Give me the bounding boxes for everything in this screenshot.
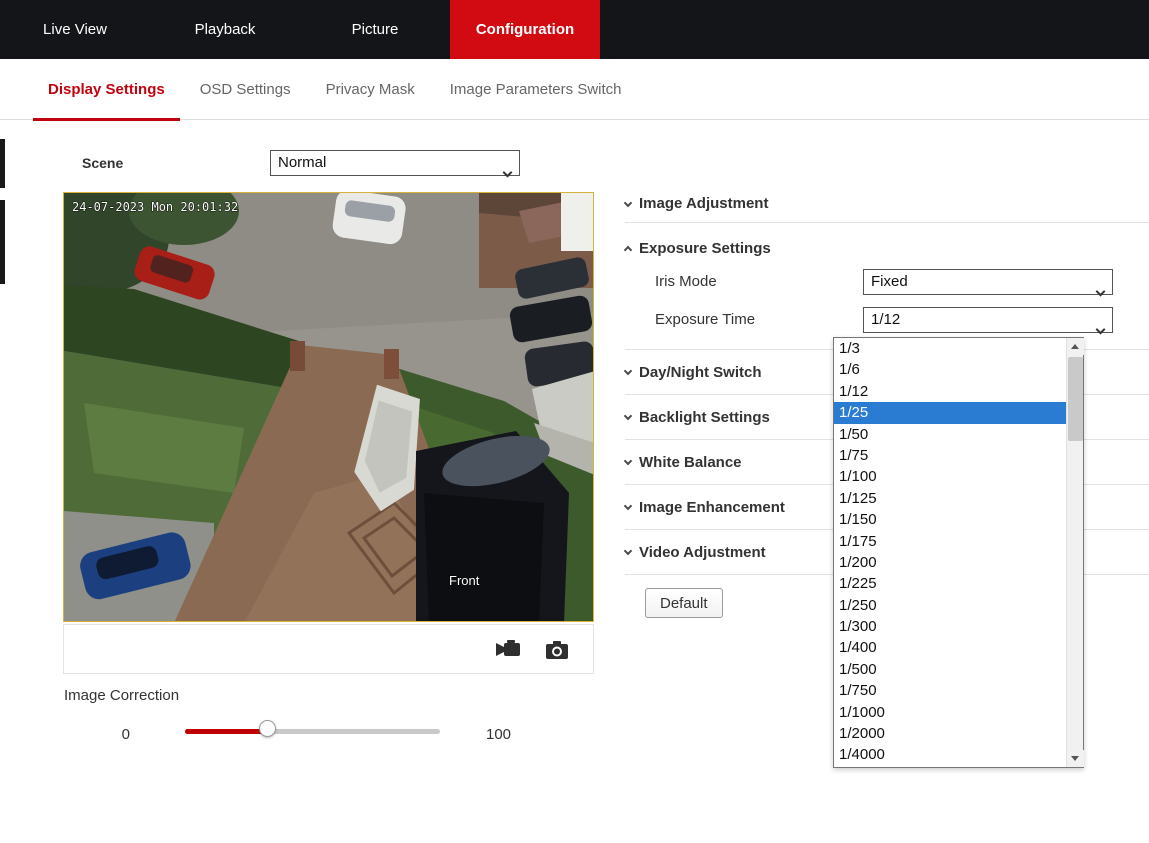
section-title: Video Adjustment <box>639 544 766 561</box>
chevron-down-icon <box>624 199 632 207</box>
preview-toolbar <box>63 624 594 674</box>
exposure-time-select[interactable]: 1/12 <box>863 307 1113 333</box>
section-title: Backlight Settings <box>639 409 770 426</box>
section-title: Image Adjustment <box>639 195 768 212</box>
section-title: Exposure Settings <box>639 240 771 257</box>
dropdown-option[interactable]: 1/175 <box>834 531 1066 552</box>
dropdown-option[interactable]: 1/300 <box>834 616 1066 637</box>
dropdown-option[interactable]: 1/1000 <box>834 702 1066 723</box>
exposure-time-value: 1/12 <box>871 311 900 328</box>
chevron-down-icon <box>624 367 632 375</box>
chevron-down-icon <box>624 412 632 420</box>
section-header-exposure-settings[interactable]: Exposure Settings <box>625 238 1149 260</box>
gate-pillar <box>384 349 399 379</box>
exposure-time-dropdown: 1/3 1/6 1/12 1/25 1/50 1/75 1/100 1/125 … <box>833 337 1084 768</box>
image-correction-label: Image Correction <box>64 687 179 704</box>
chevron-down-icon <box>1097 317 1104 341</box>
top-navigation: Live View Playback Picture Configuration <box>0 0 1149 59</box>
preview-scene: 24-07-2023 Mon 20:01:32 Front <box>64 193 594 622</box>
dropdown-option[interactable]: 1/50 <box>834 424 1066 445</box>
dropdown-option[interactable]: 1/250 <box>834 595 1066 616</box>
scene-label: Scene <box>82 155 123 171</box>
default-button[interactable]: Default <box>645 588 723 618</box>
slider-thumb[interactable] <box>259 720 276 737</box>
settings-tab-bar: Display Settings OSD Settings Privacy Ma… <box>0 59 1149 120</box>
dropdown-option[interactable]: 1/200 <box>834 552 1066 573</box>
dropdown-option[interactable]: 1/2000 <box>834 723 1066 744</box>
iris-mode-value: Fixed <box>871 273 908 290</box>
exposure-time-label: Exposure Time <box>655 311 755 328</box>
scrollbar-down-arrow-icon[interactable] <box>1067 750 1084 767</box>
iris-mode-select[interactable]: Fixed <box>863 269 1113 295</box>
camera-snapshot-icon[interactable] <box>545 639 571 661</box>
nav-live-view[interactable]: Live View <box>0 0 150 59</box>
section-image-adjustment: Image Adjustment <box>625 185 1149 223</box>
dropdown-option[interactable]: 1/12 <box>834 381 1066 402</box>
dropdown-option[interactable]: 1/400 <box>834 637 1066 658</box>
dropdown-option[interactable]: 1/225 <box>834 573 1066 594</box>
osd-timestamp: 24-07-2023 Mon 20:01:32 <box>72 200 238 214</box>
slider-fill <box>185 729 267 734</box>
dropdown-option[interactable]: 1/100 <box>834 466 1066 487</box>
iris-mode-label: Iris Mode <box>655 273 717 290</box>
chevron-down-icon <box>624 502 632 510</box>
dropdown-option-list: 1/3 1/6 1/12 1/25 1/50 1/75 1/100 1/125 … <box>834 338 1066 767</box>
exposure-time-row: Exposure Time 1/12 <box>655 307 1149 333</box>
slider-min-value: 0 <box>100 726 130 743</box>
chevron-down-icon <box>624 457 632 465</box>
screen-edge-artifact <box>0 139 5 188</box>
dropdown-option[interactable]: 1/125 <box>834 488 1066 509</box>
gate-pillar <box>290 341 305 371</box>
section-title: White Balance <box>639 454 742 471</box>
camera-preview: 24-07-2023 Mon 20:01:32 Front <box>63 192 594 622</box>
tab-display-settings[interactable]: Display Settings <box>33 59 180 120</box>
chevron-up-icon <box>624 246 632 254</box>
tab-privacy-mask[interactable]: Privacy Mask <box>311 59 430 120</box>
screen-edge-artifact <box>0 200 5 284</box>
dropdown-option-highlighted[interactable]: 1/25 <box>834 402 1066 423</box>
section-exposure-settings: Exposure Settings Iris Mode Fixed Exposu… <box>625 223 1149 350</box>
scene-select-value: Normal <box>278 154 326 171</box>
dropdown-option[interactable]: 1/75 <box>834 445 1066 466</box>
chevron-down-icon <box>504 160 511 184</box>
nav-configuration[interactable]: Configuration <box>450 0 600 59</box>
scrollbar-thumb[interactable] <box>1068 357 1083 441</box>
section-header-image-adjustment[interactable]: Image Adjustment <box>625 185 1149 223</box>
dropdown-option[interactable]: 1/500 <box>834 659 1066 680</box>
camcorder-icon[interactable] <box>495 639 521 661</box>
dropdown-option[interactable]: 1/750 <box>834 680 1066 701</box>
dropdown-option[interactable]: 1/6 <box>834 359 1066 380</box>
tab-image-parameters-switch[interactable]: Image Parameters Switch <box>435 59 637 120</box>
section-title: Image Enhancement <box>639 499 785 516</box>
dropdown-scrollbar[interactable] <box>1066 338 1083 767</box>
scrollbar-up-arrow-icon[interactable] <box>1067 338 1084 355</box>
slider-max-value: 100 <box>486 726 511 743</box>
scene-select[interactable]: Normal <box>270 150 520 176</box>
osd-front-label: Front <box>449 573 480 588</box>
dropdown-option[interactable]: 1/150 <box>834 509 1066 530</box>
dropdown-option[interactable]: 1/3 <box>834 338 1066 359</box>
nav-picture[interactable]: Picture <box>300 0 450 59</box>
image-correction-slider[interactable] <box>185 729 440 734</box>
tab-osd-settings[interactable]: OSD Settings <box>185 59 306 120</box>
section-title: Day/Night Switch <box>639 364 762 381</box>
chevron-down-icon <box>624 547 632 555</box>
iris-mode-row: Iris Mode Fixed <box>655 269 1149 295</box>
chevron-down-icon <box>1097 279 1104 303</box>
nav-playback[interactable]: Playback <box>150 0 300 59</box>
dropdown-option[interactable]: 1/4000 <box>834 744 1066 765</box>
dark-suv <box>416 426 569 622</box>
